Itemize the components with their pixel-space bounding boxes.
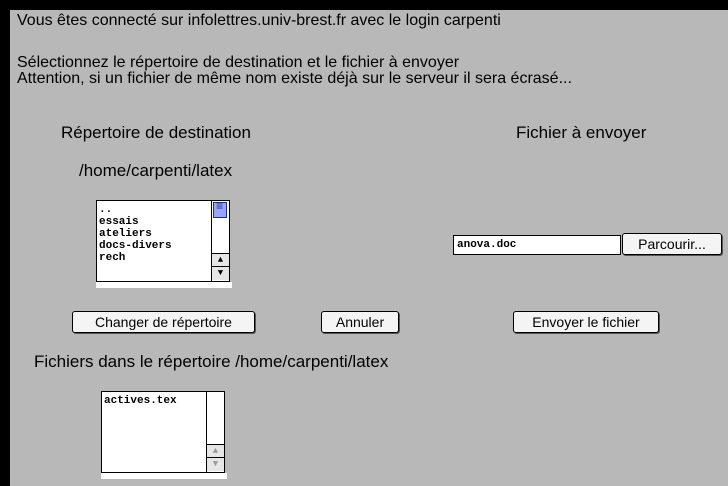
list-item[interactable]: rech xyxy=(99,252,172,264)
window-border-top xyxy=(0,0,728,10)
directory-scrollbar[interactable]: ▲ ▼ xyxy=(211,200,229,281)
browse-button[interactable]: Parcourir... xyxy=(622,233,722,255)
list-item[interactable]: essais xyxy=(99,216,172,228)
file-path-field[interactable]: anova.doc xyxy=(453,235,621,255)
cancel-button[interactable]: Annuler xyxy=(321,311,399,333)
list-item[interactable]: ateliers xyxy=(99,228,172,240)
scroll-down-icon[interactable]: ▼ xyxy=(212,266,229,280)
login-status-text: Vous êtes connecté sur infolettres.univ-… xyxy=(17,12,501,29)
files-horizontal-scrollbar[interactable] xyxy=(101,473,227,479)
scroll-up-icon[interactable]: ▲ xyxy=(207,444,224,458)
scroll-down-icon[interactable]: ▼ xyxy=(207,457,224,471)
upload-heading: Fichier à envoyer xyxy=(516,123,647,142)
directory-horizontal-scrollbar[interactable] xyxy=(96,282,232,288)
files-listbox[interactable]: actives.tex ▲ ▼ xyxy=(101,391,225,473)
list-item[interactable]: .. xyxy=(99,204,172,216)
window-border-left xyxy=(0,0,10,486)
list-item[interactable]: actives.tex xyxy=(104,395,177,407)
list-item[interactable]: docs-divers xyxy=(99,240,172,252)
change-directory-button[interactable]: Changer de répertoire xyxy=(72,311,255,333)
scroll-thumb[interactable] xyxy=(213,200,227,218)
files-scrollbar[interactable]: ▲ ▼ xyxy=(206,392,224,472)
scroll-up-icon[interactable]: ▲ xyxy=(212,253,229,267)
files-heading: Fichiers dans le répertoire /home/carpen… xyxy=(34,352,389,371)
overwrite-warning-text: Attention, si un fichier de même nom exi… xyxy=(17,70,572,87)
send-file-button[interactable]: Envoyer le fichier xyxy=(513,311,659,333)
destination-heading: Répertoire de destination xyxy=(61,123,251,142)
current-path: /home/carpenti/latex xyxy=(79,161,233,180)
directory-listbox[interactable]: .. essais ateliers docs-divers rech ▲ ▼ xyxy=(96,200,230,282)
